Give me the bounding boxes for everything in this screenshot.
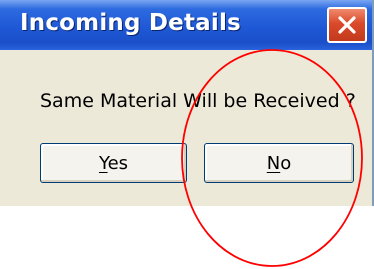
yes-button-label: Yes (99, 153, 128, 174)
no-button[interactable]: No (204, 143, 354, 183)
yes-button[interactable]: Yes (40, 143, 187, 183)
close-button[interactable] (327, 7, 367, 43)
title-bar[interactable]: Incoming Details (0, 0, 372, 50)
yes-button-mnemonic: Y (98, 152, 108, 174)
dialog-message: Same Material Will be Received ? (40, 90, 356, 112)
yes-button-label-rest: es (107, 152, 129, 174)
no-button-mnemonic: N (266, 152, 281, 174)
dialog-window: Incoming Details Same Material Will be R… (0, 0, 374, 206)
no-button-label-rest: o (280, 152, 292, 174)
dialog-title: Incoming Details (20, 10, 241, 36)
no-button-label: No (267, 153, 291, 174)
screenshot-stage: Incoming Details Same Material Will be R… (0, 0, 374, 269)
close-icon (338, 16, 356, 34)
